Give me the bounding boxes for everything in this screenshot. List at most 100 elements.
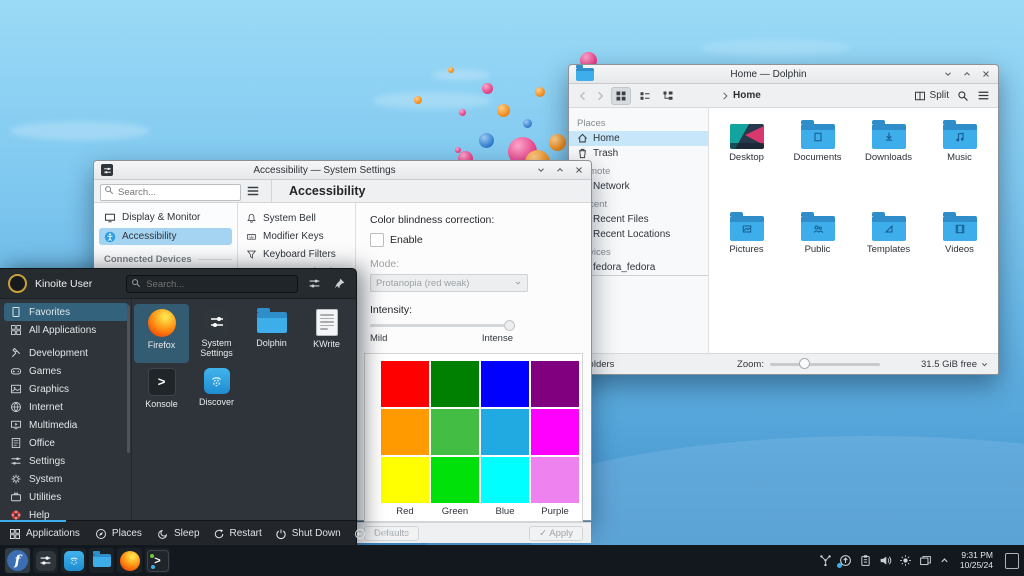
maximize-icon[interactable] (555, 165, 565, 175)
sidebar-item-display-monitor[interactable]: Display & Monitor (99, 209, 232, 226)
column-label-blue: Blue (481, 506, 529, 517)
tab-places[interactable]: Places (95, 528, 142, 540)
downloads-folder-icon (872, 124, 906, 149)
breadcrumb-home[interactable]: Home (733, 90, 761, 101)
enable-checkbox[interactable] (370, 233, 384, 247)
folder-item[interactable]: Desktop (711, 118, 782, 210)
intensity-slider-handle[interactable] (504, 320, 515, 331)
office-icon (10, 437, 22, 449)
category-multimedia[interactable]: Multimedia (4, 416, 128, 434)
updates-tray-icon[interactable] (839, 554, 852, 567)
close-icon[interactable] (981, 69, 991, 79)
launcher-button[interactable]: f (5, 548, 30, 573)
category-games[interactable]: Games (4, 362, 128, 380)
volume-tray-icon[interactable] (879, 554, 892, 567)
task-dolphin[interactable] (89, 548, 114, 573)
task-system-settings[interactable] (33, 548, 58, 573)
app-tile-discover[interactable]: Discover (189, 363, 244, 422)
chevron-down-icon[interactable] (980, 360, 989, 369)
app-tile-dolphin[interactable]: Dolphin (244, 304, 299, 363)
icons-view-button[interactable] (611, 87, 631, 105)
minimize-icon[interactable] (943, 69, 953, 79)
sleep-button[interactable]: Sleep (157, 528, 200, 540)
back-icon[interactable] (577, 90, 589, 102)
pin-icon[interactable] (331, 277, 348, 290)
mode-dropdown[interactable]: Protanopia (red weak) (370, 274, 528, 292)
category-all-applications[interactable]: All Applications (4, 321, 128, 339)
folder-item[interactable]: Documents (782, 118, 853, 210)
app-tile-konsole[interactable]: > Konsole (134, 363, 189, 422)
category-system[interactable]: System (4, 470, 128, 488)
folder-item[interactable]: Downloads (853, 118, 924, 210)
digital-clock[interactable]: 9:31 PM 10/25/24 (960, 551, 993, 571)
task-discover[interactable] (61, 548, 86, 573)
apply-button[interactable]: ✓ Apply (529, 526, 583, 541)
hamburger-menu-icon[interactable] (977, 89, 990, 102)
scrollbar[interactable] (127, 305, 130, 453)
expand-tray-icon[interactable] (939, 555, 950, 566)
app-tile-kwrite[interactable]: KWrite (299, 304, 354, 363)
updates-badge (837, 563, 842, 568)
folder-item[interactable]: Music (924, 118, 995, 210)
clipboard-tray-icon[interactable] (859, 554, 872, 567)
window-list-tray-icon[interactable] (919, 554, 932, 567)
shutdown-button[interactable]: Shut Down (275, 528, 341, 540)
category-development[interactable]: Development (4, 344, 128, 362)
task-konsole[interactable]: > (145, 548, 170, 573)
restart-button[interactable]: Restart (213, 528, 262, 540)
category-utilities[interactable]: Utilities (4, 488, 128, 506)
folder-item[interactable]: Pictures (711, 210, 782, 302)
maximize-icon[interactable] (962, 69, 972, 79)
shutdown-icon (275, 528, 287, 540)
category-office[interactable]: Office (4, 434, 128, 452)
category-graphics[interactable]: Graphics (4, 380, 128, 398)
app-tile-system-settings[interactable]: System Settings (189, 304, 244, 363)
network-tray-icon[interactable] (819, 554, 832, 567)
category-settings[interactable]: Settings (4, 452, 128, 470)
dolphin-titlebar[interactable]: Home — Dolphin (569, 65, 998, 84)
launcher-search-input[interactable] (126, 275, 298, 293)
hamburger-menu-icon[interactable] (246, 184, 260, 198)
folder-item[interactable]: Videos (924, 210, 995, 302)
enable-label: Enable (390, 234, 423, 246)
app-tile-firefox[interactable]: Firefox (134, 304, 189, 363)
subpage-keyboard-filters[interactable]: Keyboard Filters (238, 245, 355, 263)
configure-icon[interactable] (306, 277, 323, 290)
discover-icon (204, 368, 230, 394)
forward-icon[interactable] (594, 90, 606, 102)
search-icon[interactable] (957, 90, 969, 102)
details-view-button[interactable] (659, 88, 677, 104)
folder-item[interactable]: Public (782, 210, 853, 302)
settings-search[interactable] (100, 182, 241, 201)
category-favorites[interactable]: Favorites (4, 303, 128, 321)
tab-applications[interactable]: Applications (9, 528, 80, 540)
color-swatch (481, 457, 529, 503)
user-avatar[interactable] (8, 274, 27, 293)
task-firefox[interactable] (117, 548, 142, 573)
close-icon[interactable] (574, 165, 584, 175)
place-home[interactable]: Home (569, 131, 708, 146)
settings-search-input[interactable] (100, 184, 241, 201)
minimize-icon[interactable] (536, 165, 546, 175)
zoom-slider[interactable] (770, 363, 880, 366)
favorites-icon (10, 306, 22, 318)
category-internet[interactable]: Internet (4, 398, 128, 416)
breadcrumb[interactable]: Home (720, 90, 761, 101)
place-trash[interactable]: Trash (569, 146, 708, 161)
settings-titlebar[interactable]: Accessibility — System Settings (94, 161, 591, 180)
launcher-search[interactable] (126, 274, 298, 294)
compact-view-button[interactable] (636, 88, 654, 104)
folder-item[interactable]: Templates (853, 210, 924, 302)
zoom-slider-handle[interactable] (799, 358, 810, 369)
split-button[interactable]: Split (914, 90, 949, 102)
color-swatch (381, 409, 429, 455)
cloud (10, 122, 150, 140)
subpage-system-bell[interactable]: System Bell (238, 209, 355, 227)
intensity-slider[interactable] (370, 324, 513, 327)
show-desktop-button[interactable] (1005, 553, 1019, 569)
leave-button[interactable]: Leave (354, 528, 412, 540)
subpage-modifier-keys[interactable]: Modifier Keys (238, 227, 355, 245)
applications-grid-icon (9, 528, 21, 540)
night-color-tray-icon[interactable] (899, 554, 912, 567)
sidebar-item-accessibility[interactable]: Accessibility (99, 228, 232, 245)
